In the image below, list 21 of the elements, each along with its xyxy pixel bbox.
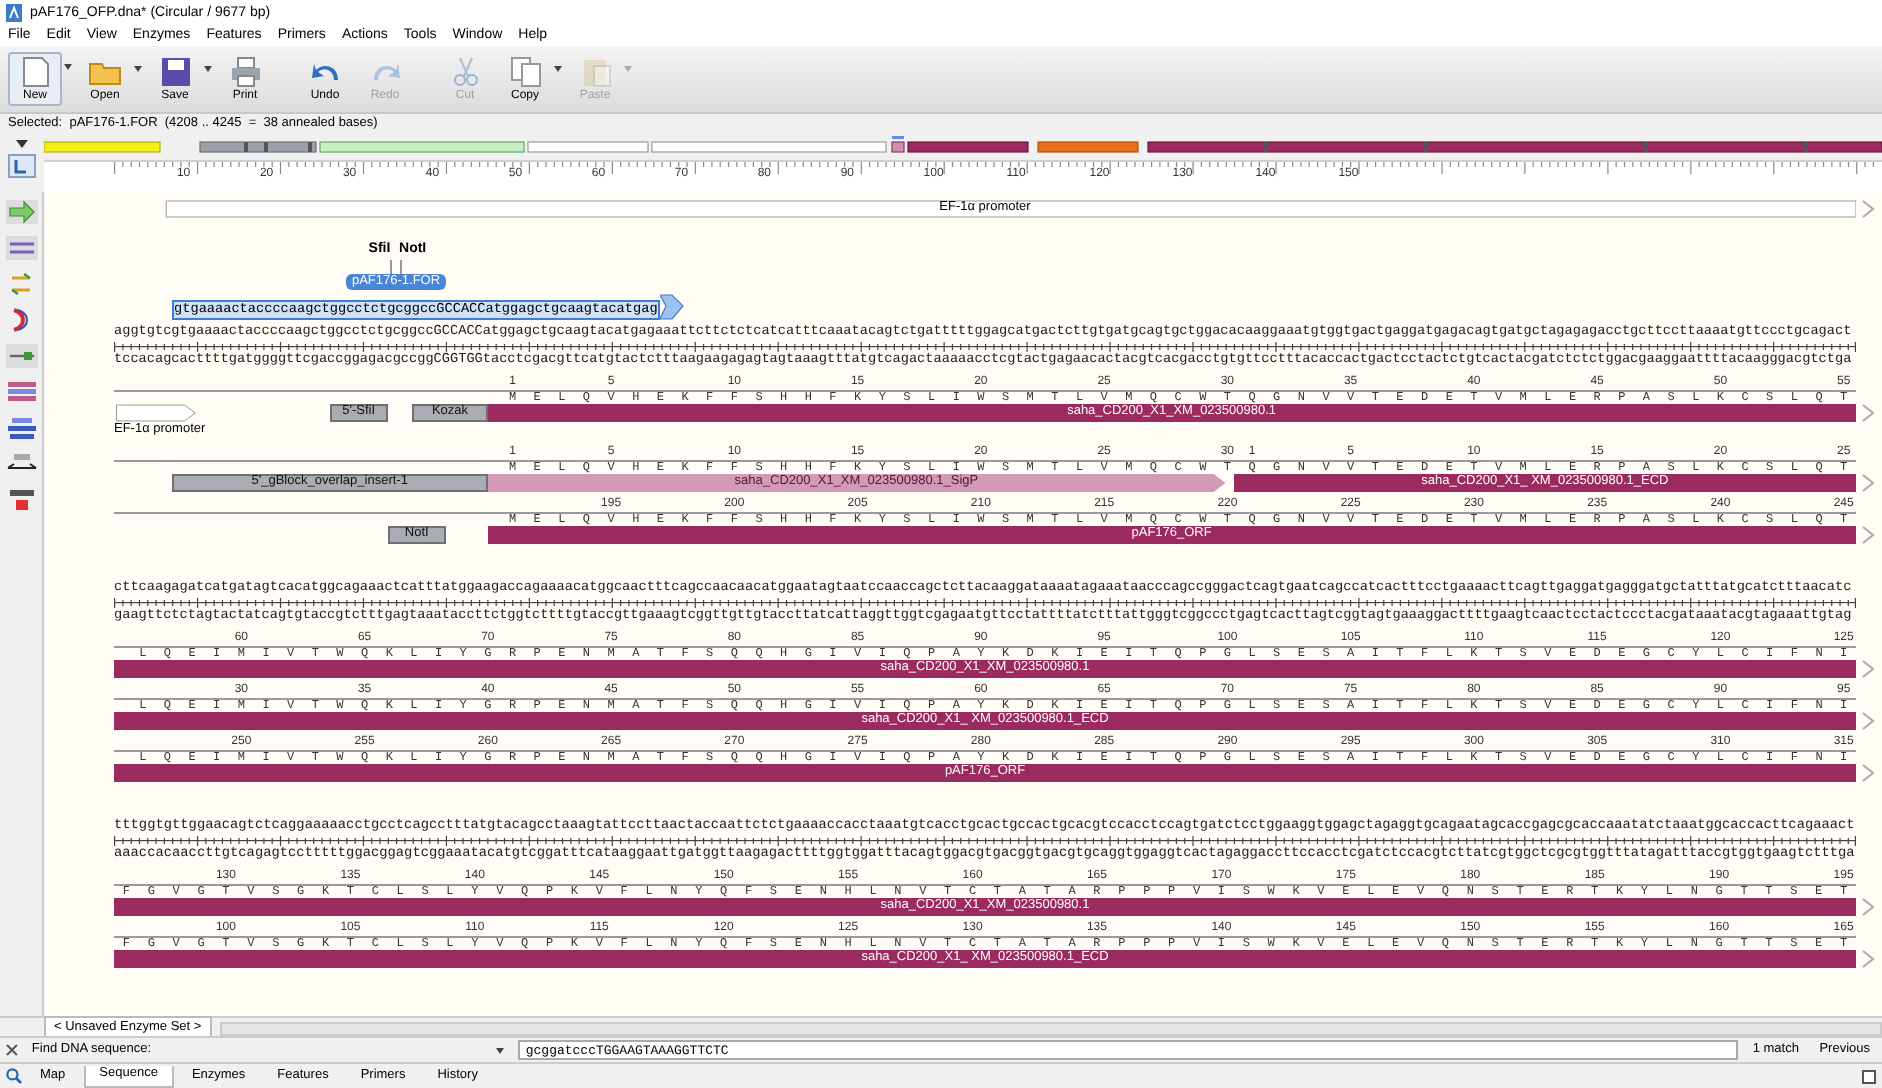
dropdown-caret-icon[interactable] bbox=[64, 64, 72, 70]
strands-icon[interactable] bbox=[5, 236, 37, 260]
features-icon[interactable] bbox=[5, 344, 37, 368]
document-icon bbox=[17, 56, 53, 88]
dropdown-caret-icon[interactable] bbox=[134, 66, 142, 72]
translation-icon[interactable] bbox=[5, 416, 37, 440]
dropdown-triangle-icon[interactable] bbox=[16, 140, 28, 148]
dropdown-caret-icon[interactable] bbox=[554, 66, 562, 72]
horizontal-scrollbar[interactable] bbox=[219, 1022, 1882, 1036]
sequence-grid-icon[interactable] bbox=[5, 380, 37, 404]
selection-tool-icon[interactable] bbox=[8, 154, 36, 178]
close-icon[interactable] bbox=[6, 1044, 18, 1056]
search-icon[interactable] bbox=[6, 1068, 22, 1084]
copy-icon bbox=[507, 56, 543, 88]
arrow-icon[interactable] bbox=[5, 200, 37, 224]
primer-arrowhead-icon bbox=[659, 294, 684, 320]
dropdown-caret-icon[interactable] bbox=[204, 66, 212, 72]
codon-icon[interactable] bbox=[5, 488, 37, 512]
dropdown-caret-icon bbox=[495, 1047, 504, 1053]
printer-icon bbox=[227, 56, 263, 88]
square-icon[interactable] bbox=[1862, 1069, 1876, 1083]
